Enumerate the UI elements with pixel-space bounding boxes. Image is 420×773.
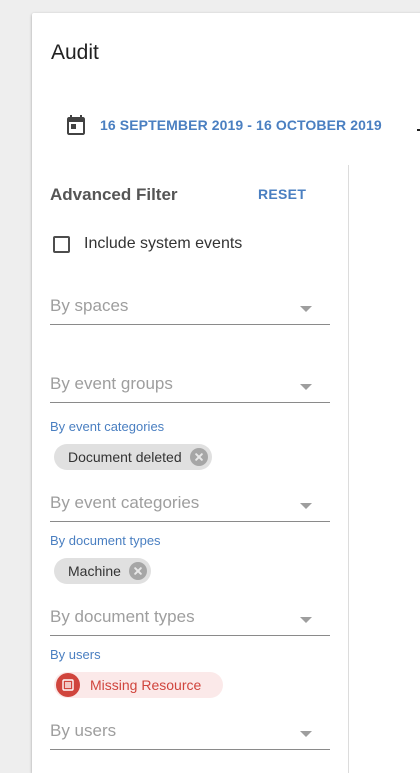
by-event-groups-select[interactable]: By event groups: [50, 372, 330, 403]
audit-card: Audit 16 SEPTEMBER 2019 - 16 OCTOBER 201…: [32, 13, 420, 773]
chip-label: Missing Resource: [90, 677, 202, 693]
include-system-events-label: Include system events: [84, 235, 243, 252]
include-system-events-checkbox[interactable]: Include system events: [53, 235, 242, 253]
date-range-picker[interactable]: 16 SEPTEMBER 2019 - 16 OCTOBER 2019: [64, 113, 382, 137]
calendar-icon: [67, 115, 85, 135]
by-users-placeholder: By users: [50, 721, 117, 740]
by-spaces-placeholder: By spaces: [50, 296, 129, 315]
by-document-types-placeholder: By document types: [50, 607, 195, 626]
by-event-categories-select[interactable]: By event categories: [50, 491, 330, 522]
by-users-label: By users: [50, 647, 101, 662]
missing-resource-icon: [56, 673, 80, 697]
page-title: Audit: [51, 41, 99, 64]
chip-machine: Machine: [54, 558, 151, 584]
chip-label: Document deleted: [68, 449, 182, 465]
chip-remove-icon[interactable]: [189, 448, 208, 466]
chevron-down-icon: [300, 306, 312, 312]
chip-missing-resource[interactable]: Missing Resource: [54, 672, 224, 698]
checkbox-box[interactable]: [53, 235, 70, 253]
by-users-select[interactable]: By users: [50, 719, 330, 750]
by-document-types-select[interactable]: By document types: [50, 605, 330, 636]
by-event-categories-placeholder: By event categories: [50, 493, 200, 512]
advanced-filter-panel: Advanced Filter RESET Include system eve…: [32, 165, 349, 773]
advanced-filter-title: Advanced Filter: [50, 185, 178, 204]
chip-document-deleted: Document deleted: [54, 444, 212, 470]
chevron-down-icon: [300, 503, 312, 509]
date-range-text: 16 SEPTEMBER 2019 - 16 OCTOBER 2019: [100, 117, 382, 133]
by-event-categories-label: By event categories: [50, 419, 165, 434]
reset-button[interactable]: RESET: [258, 186, 306, 202]
by-spaces-select[interactable]: By spaces: [50, 294, 330, 325]
list-icon: [62, 679, 74, 691]
by-document-types-label: By document types: [50, 533, 161, 548]
chip-remove-icon[interactable]: [128, 562, 147, 580]
by-event-groups-placeholder: By event groups: [50, 374, 173, 393]
chip-label: Machine: [68, 563, 121, 579]
chevron-down-icon: [300, 731, 312, 737]
chevron-down-icon: [300, 617, 312, 623]
chevron-down-icon: [300, 384, 312, 390]
